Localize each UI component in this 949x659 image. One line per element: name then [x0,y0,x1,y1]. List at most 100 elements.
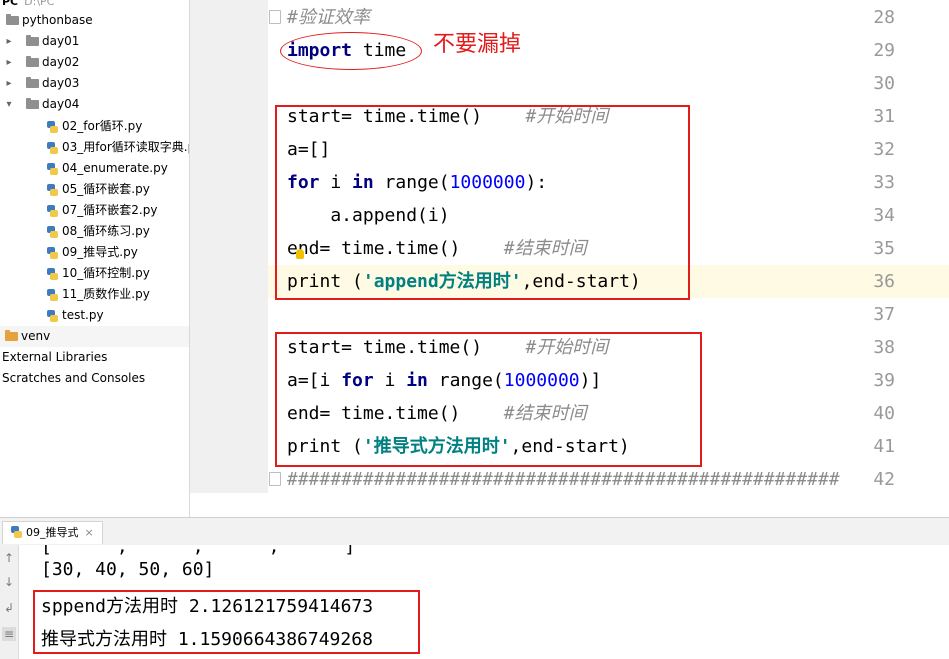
arrow-up-icon[interactable]: ↑ [2,551,16,565]
fold-toggle-icon[interactable] [269,10,281,24]
python-file-icon [47,163,58,175]
tree-item-label: venv [21,329,51,343]
python-file-icon [47,142,58,154]
tree-file-label: 07_循环嵌套2.py [62,203,158,217]
python-file-icon [47,310,58,322]
line-number: 39 [873,370,895,391]
python-file-icon [47,184,58,196]
python-file-icon [47,247,58,259]
arrow-down-icon[interactable]: ↓ [2,575,16,589]
annotation-oval [280,32,422,70]
tree-item-label: day03 [42,76,80,90]
python-file-icon [47,289,58,301]
console-line: [30, 40, 50, 60] [41,559,215,580]
tree-file[interactable]: 04_enumerate.py [0,158,189,179]
tree-item-label: day01 [42,34,80,48]
folder-icon [26,98,39,109]
project-header-title: PC [2,0,19,8]
python-file-icon [47,268,58,280]
folder-icon [5,330,18,341]
run-tab-bar: 09_推导式 × [0,517,949,546]
folder-icon [26,56,39,67]
project-tool-window: PC D:\PC pythonbase ▸ day01 ▸ day02 ▸ day… [0,0,190,517]
tree-item-day01[interactable]: ▸ day01 [0,31,189,52]
line-number: 36 [873,271,895,292]
tree-file[interactable]: test.py [0,305,189,326]
scroll-to-end-icon[interactable]: ≡ [2,627,16,641]
line-number: 37 [873,304,895,325]
line-number: 34 [873,205,895,226]
line-number: 32 [873,139,895,160]
line-number: 35 [873,238,895,259]
chevron-down-icon[interactable]: ▾ [4,94,14,115]
run-tab[interactable]: 09_推导式 × [2,521,103,544]
tree-file[interactable]: 07_循环嵌套2.py [0,200,189,221]
console-line-partial: [ ' ', ' ', ' ', ' '] [41,545,356,557]
line-number: 28 [873,7,895,28]
run-console[interactable]: [ ' ', ' ', ' ', ' '] [30, 40, 50, 60] s… [19,545,949,659]
tree-item-label: day04 [42,97,80,111]
chevron-right-icon[interactable]: ▸ [4,52,14,73]
tree-file-label: 10_循环控制.py [62,266,150,280]
tree-item-pythonbase[interactable]: pythonbase [0,10,189,31]
tree-file-label: 05_循环嵌套.py [62,182,150,196]
tree-item-day02[interactable]: ▸ day02 [0,52,189,73]
tree-file-label: 08_循环练习.py [62,224,150,238]
tree-file[interactable]: 09_推导式.py [0,242,189,263]
folder-icon [26,77,39,88]
tree-item-label: pythonbase [22,13,93,27]
line-number: 31 [873,106,895,127]
python-file-icon [47,121,58,133]
run-tab-label: 09_推导式 [26,526,79,539]
run-toolbar: ↑ ↓ ↲ ≡ [0,545,19,659]
comment: ########################################… [287,469,840,490]
chevron-right-icon[interactable]: ▸ [4,73,14,94]
fold-toggle-icon[interactable] [269,472,281,486]
tree-file[interactable]: 02_for循环.py [0,116,189,137]
tree-item-venv[interactable]: venv [0,326,189,347]
tree-file[interactable]: 03_用for循环读取字典.py [0,137,189,158]
line-number: 41 [873,436,895,457]
tree-file[interactable]: 08_循环练习.py [0,221,189,242]
python-file-icon [47,205,58,217]
tree-file-label: 03_用for循环读取字典.py [62,140,190,154]
comment: #验证效率 [287,7,370,28]
line-number-gutter [190,0,268,493]
tree-item-label: External Libraries [2,350,108,364]
python-file-icon [47,226,58,238]
project-header-path: D:\PC [24,0,55,8]
python-file-icon [11,526,22,538]
tree-file-label: test.py [62,308,104,322]
close-icon[interactable]: × [85,526,94,539]
tree-item-scratches[interactable]: Scratches and Consoles [0,368,189,389]
folder-icon [6,14,19,25]
annotation-text: 不要漏掉 [433,32,522,57]
tree-item-day04[interactable]: ▾ day04 [0,94,189,115]
line-number: 42 [873,469,895,490]
soft-wrap-icon[interactable]: ↲ [2,601,16,615]
tree-file[interactable]: 10_循环控制.py [0,263,189,284]
annotation-box-output [33,590,420,654]
line-number: 38 [873,337,895,358]
tree-file[interactable]: 05_循环嵌套.py [0,179,189,200]
line-number: 30 [873,73,895,94]
annotation-box-comprehension [275,332,702,467]
line-number: 29 [873,40,895,61]
code-editor[interactable]: 28 29 30 31 32 33 34 35 36 37 38 39 40 4… [190,0,949,493]
folder-icon [26,35,39,46]
chevron-right-icon[interactable]: ▸ [4,31,14,52]
tree-file-label: 11_质数作业.py [62,287,150,301]
tree-file-label: 04_enumerate.py [62,161,168,175]
tree-file-label: 09_推导式.py [62,245,138,259]
code-line-42: ########################################… [287,463,840,493]
line-number: 40 [873,403,895,424]
annotation-box-append [275,105,690,300]
tree-file-label: 02_for循环.py [62,119,143,133]
code-line-28: #验证效率 [287,1,370,34]
tree-item-label: day02 [42,55,80,69]
tree-item-external-libraries[interactable]: External Libraries [0,347,189,368]
tree-item-label: Scratches and Consoles [2,371,146,385]
tree-item-day03[interactable]: ▸ day03 [0,73,189,94]
project-header: PC D:\PC [2,0,54,8]
tree-file[interactable]: 11_质数作业.py [0,284,189,305]
